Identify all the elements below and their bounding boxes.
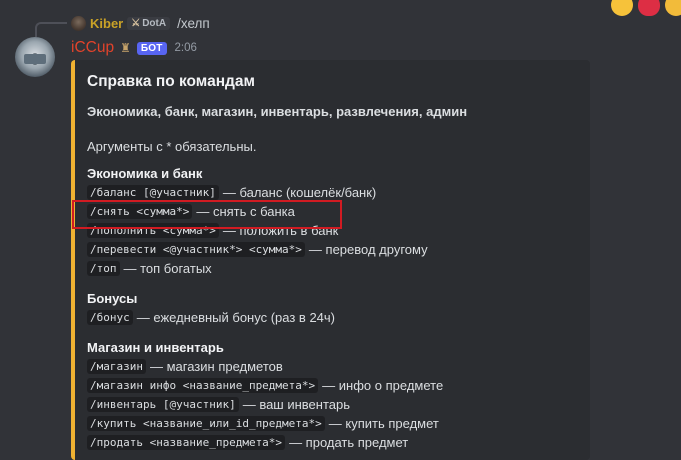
command-desc: — баланс (кошелёк/банк) (222, 185, 377, 200)
command-desc: — снять с банка (196, 204, 295, 219)
section-bonuses: Бонусы /бонус — ежедневный бонус (раз в 2… (87, 290, 578, 327)
reply-text[interactable]: /хелп (177, 16, 210, 31)
section-title: Бонусы (87, 291, 138, 306)
command-desc: — топ богатых (123, 261, 212, 276)
command-code: /продать <название_предмета*> (87, 435, 286, 450)
avatar[interactable] (15, 37, 55, 77)
command-row: /магазин инфо <название_предмета*> — инфо… (87, 376, 578, 395)
command-desc: — магазин предметов (149, 359, 283, 374)
command-code: /бонус (87, 310, 133, 325)
command-row: /пополнить <сумма*> — положить в банк (87, 221, 578, 240)
command-desc: — ваш инвентарь (242, 397, 350, 412)
section-shop-inventory: Магазин и инвентарь /магазин — магазин пр… (87, 339, 578, 452)
command-code: /магазин инфо <название_предмета*> (87, 378, 319, 393)
thumbs-up-icon[interactable] (611, 0, 633, 16)
command-code: /магазин (87, 359, 146, 374)
section-title: Магазин и инвентарь (87, 340, 224, 355)
reply-user-tag: ⚔ DotA (127, 16, 171, 30)
laughing-face-icon[interactable] (665, 0, 681, 16)
bot-badge: БОТ (136, 41, 167, 55)
command-row: /инвентарь [@участник] — ваш инвентарь (87, 395, 578, 414)
command-row: /перевести <@участник*> <сумма*> — перево… (87, 240, 578, 259)
command-row: /снять <сумма*> — снять с банка (87, 202, 578, 221)
command-desc: — положить в банк (222, 223, 339, 238)
author-name[interactable]: iCCup (71, 39, 114, 57)
sword-icon: ⚔ (131, 17, 141, 29)
reply-connector-line (35, 22, 67, 37)
help-embed: Справка по командам Экономика, банк, маг… (71, 60, 590, 460)
command-row: /магазин — магазин предметов (87, 357, 578, 376)
command-row: /продать <название_предмета*> — продать п… (87, 433, 578, 452)
embed-subtitle: Экономика, банк, магазин, инвентарь, раз… (87, 104, 468, 119)
command-code: /пополнить <сумма*> (87, 223, 219, 238)
command-desc: — инфо о предмете (322, 378, 444, 393)
command-code: /купить <название_или_id_предмета*> (87, 416, 325, 431)
command-desc: — купить предмет (328, 416, 439, 431)
command-code: /топ (87, 261, 120, 276)
reactions-bar (611, 0, 681, 16)
command-row: /топ — топ богатых (87, 259, 578, 278)
command-code: /снять <сумма*> (87, 204, 193, 219)
reply-preview[interactable]: Kiber ⚔ DotA /хелп (71, 14, 210, 32)
embed-title: Справка по командам (87, 73, 255, 90)
command-code: /перевести <@участник*> <сумма*> (87, 242, 305, 257)
command-code: /баланс [@участник] (87, 185, 219, 200)
heart-icon[interactable] (638, 0, 660, 16)
reply-username[interactable]: Kiber (90, 16, 123, 31)
timestamp[interactable]: 2:06 (175, 42, 197, 54)
section-economy-bank: Экономика и банк /баланс [@участник] — ба… (87, 165, 578, 278)
command-desc: — продать предмет (289, 435, 409, 450)
section-title: Экономика и банк (87, 166, 203, 181)
role-icon: ♜ (120, 41, 131, 55)
command-row: /бонус — ежедневный бонус (раз в 24ч) (87, 308, 578, 327)
command-desc: — ежедневный бонус (раз в 24ч) (136, 310, 335, 325)
avatar-visor (24, 54, 46, 64)
reply-avatar[interactable] (71, 15, 86, 31)
reply-user-tag-label: DotA (142, 17, 167, 29)
embed-note: Аргументы с * обязательны. (87, 139, 257, 154)
command-row: /баланс [@участник] — баланс (кошелёк/бан… (87, 183, 578, 202)
command-row: /купить <название_или_id_предмета*> — куп… (87, 414, 578, 433)
command-code: /инвентарь [@участник] (87, 397, 239, 412)
message-header: iCCup ♜ БОТ 2:06 (71, 38, 197, 58)
command-desc: — перевод другому (308, 242, 428, 257)
